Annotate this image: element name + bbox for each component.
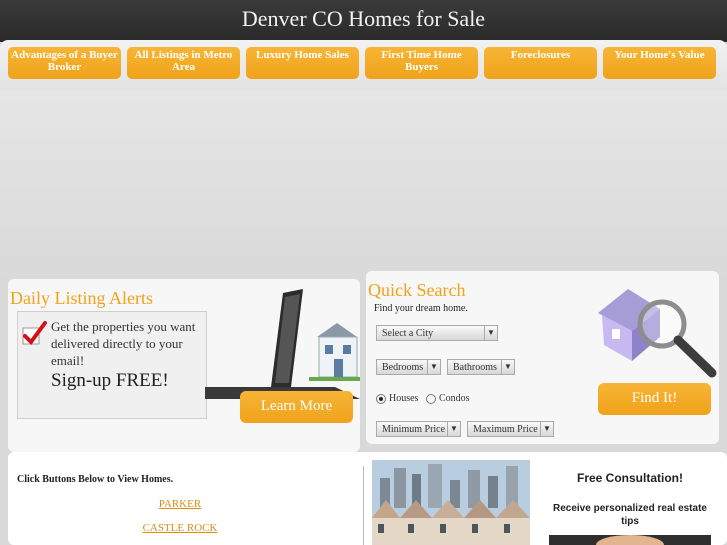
chevron-down-icon: ▼ [501, 360, 514, 374]
find-it-button[interactable]: Find It! [598, 383, 711, 415]
houses-radio-label: Houses [389, 393, 419, 404]
bedrooms-select[interactable]: Bedrooms ▼ [376, 359, 441, 375]
view-homes-instruction: Click Buttons Below to View Homes. [17, 474, 174, 485]
signup-text: Sign-up FREE! [51, 370, 169, 391]
chevron-down-icon: ▼ [540, 422, 553, 436]
max-price-select[interactable]: Maximum Price ▼ [467, 421, 554, 437]
bedrooms-select-value: Bedrooms [382, 362, 424, 373]
lower-section: Click Buttons Below to View Homes. PARKE… [8, 452, 727, 545]
site-title: Denver CO Homes for Sale [241, 6, 486, 31]
nav-bar: Advantages of a Buyer Broker All Listing… [0, 40, 727, 90]
property-type-radios: Houses Condos [376, 393, 470, 404]
city-select-value: Select a City [382, 328, 434, 339]
chevron-down-icon: ▼ [427, 360, 440, 374]
learn-more-button[interactable]: Learn More [240, 391, 353, 423]
daily-alerts-panel: Daily Listing Alerts Get the properties … [8, 279, 360, 452]
castle-rock-link[interactable]: CASTLE ROCK [8, 522, 352, 534]
bathrooms-select-value: Bathrooms [453, 362, 497, 373]
parker-link[interactable]: PARKER [8, 498, 352, 510]
magnifier-house-icon [598, 289, 717, 378]
city-houses-photo [372, 460, 530, 545]
nav-home-value-button[interactable]: Your Home's Value [603, 47, 716, 79]
banner-area [0, 90, 727, 280]
nav-buyer-broker-button[interactable]: Advantages of a Buyer Broker [8, 47, 121, 79]
max-price-select-value: Maximum Price [473, 424, 538, 435]
section-divider [363, 466, 364, 545]
quick-search-panel: Quick Search Find your dream home. Selec… [366, 271, 719, 444]
consultation-subtitle: Receive personalized real estate tips [553, 503, 707, 527]
quick-search-heading: Quick Search [368, 280, 466, 300]
nav-foreclosures-button[interactable]: Foreclosures [484, 47, 597, 79]
alert-description: Get the properties you want delivered di… [51, 319, 196, 368]
nav-luxury-button[interactable]: Luxury Home Sales [246, 47, 359, 79]
agent-photo [549, 535, 711, 545]
quick-search-subheading: Find your dream home. [374, 303, 468, 314]
condos-radio[interactable] [425, 393, 436, 404]
condos-radio-label: Condos [438, 393, 470, 404]
daily-alerts-heading: Daily Listing Alerts [10, 288, 153, 308]
header-bar: Denver CO Homes for Sale [0, 0, 727, 42]
chevron-down-icon: ▼ [484, 326, 497, 340]
checkmark-icon [22, 321, 47, 346]
nav-all-listings-button[interactable]: All Listings in Metro Area [127, 47, 240, 79]
city-select[interactable]: Select a City ▼ [376, 325, 498, 341]
bathrooms-select[interactable]: Bathrooms ▼ [447, 359, 515, 375]
alert-box: Get the properties you want delivered di… [17, 311, 207, 419]
consultation-title: Free Consultation! [576, 471, 683, 485]
chevron-down-icon: ▼ [447, 422, 460, 436]
nav-first-time-buyers-button[interactable]: First Time Home Buyers [365, 47, 478, 79]
min-price-select[interactable]: Minimum Price ▼ [376, 421, 461, 437]
min-price-select-value: Minimum Price [382, 424, 446, 435]
houses-radio[interactable] [376, 393, 386, 404]
laptop-house-illustration [205, 289, 360, 399]
